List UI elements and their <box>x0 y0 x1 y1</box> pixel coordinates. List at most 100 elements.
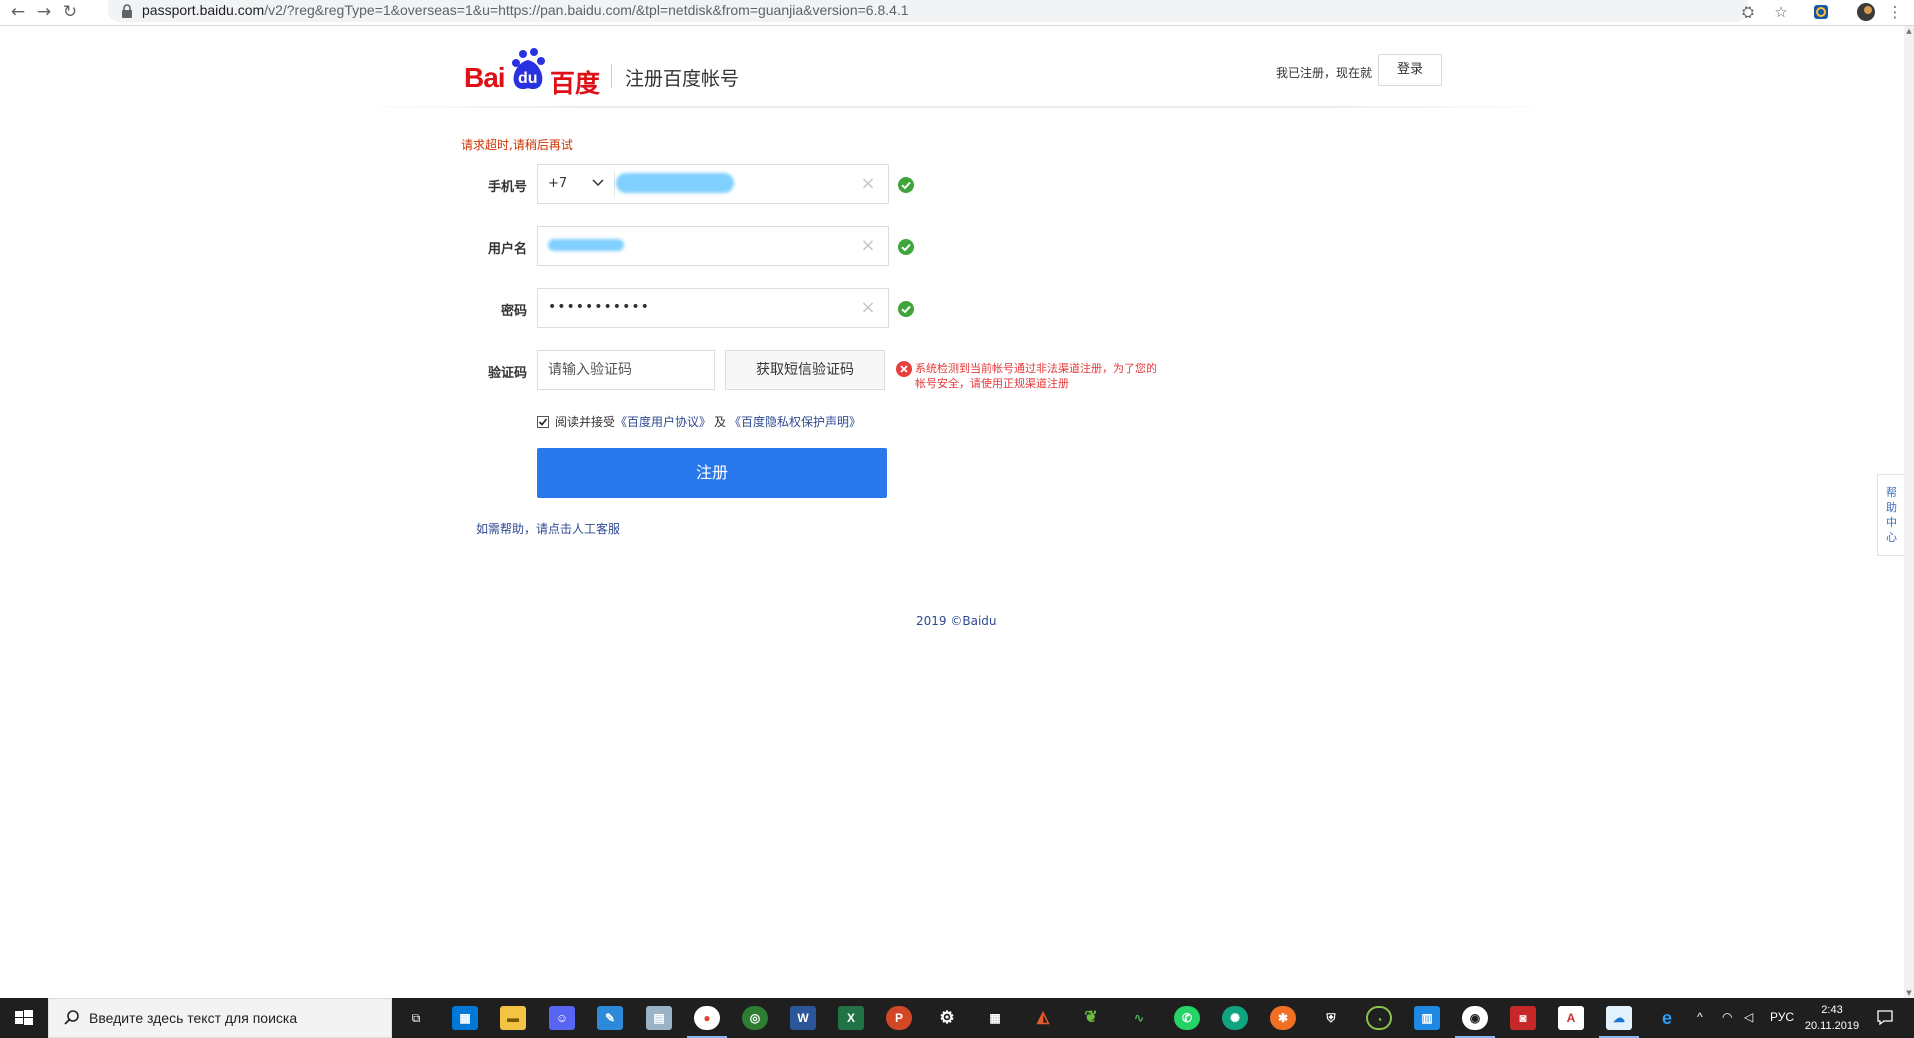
app-icon[interactable]: ◉ <box>1462 1006 1488 1030</box>
clear-icon[interactable]: × <box>858 236 878 256</box>
excel-icon[interactable]: X <box>838 1006 864 1030</box>
help-tab-char: 中 <box>1886 516 1897 529</box>
app-icon[interactable]: ✱ <box>1270 1006 1296 1030</box>
clock-date: 20.11.2019 <box>1804 1020 1860 1032</box>
search-icon <box>64 1010 79 1025</box>
bookmark-star-icon[interactable]: ☆ <box>1770 1 1792 23</box>
agree-checkbox[interactable] <box>537 416 549 428</box>
network-icon[interactable]: ◠ <box>1722 1010 1732 1024</box>
url-host: passport.baidu.com <box>142 2 265 18</box>
chrome-icon[interactable]: ● <box>694 1006 720 1030</box>
error-icon <box>896 361 912 377</box>
app-icon[interactable]: ◎ <box>742 1006 768 1030</box>
windows-taskbar: Введите здесь текст для поиска ⧉ ▦ ▬ ☺ ✎… <box>0 998 1914 1038</box>
username-field[interactable]: × <box>537 226 889 266</box>
verification-code-label: 验证码 <box>487 366 527 381</box>
url-path: /v2/?reg&regType=1&overseas=1&u=https://… <box>264 2 909 18</box>
url-text: passport.baidu.com/v2/?reg&regType=1&ove… <box>142 2 909 18</box>
tray-chevron-up-icon[interactable]: ^ <box>1697 1010 1703 1024</box>
register-button[interactable]: 注册 <box>537 448 887 498</box>
redacted-phone-number <box>616 173 734 193</box>
clock-time: 2:43 <box>1821 1004 1843 1016</box>
country-code[interactable]: +7 <box>548 176 567 191</box>
app-icon[interactable]: ◭ <box>1030 1006 1056 1030</box>
activity-icon[interactable]: ∿ <box>1126 1006 1152 1030</box>
input-language[interactable]: РУС <box>1770 1010 1794 1024</box>
and-text: 及 <box>714 415 727 429</box>
scroll-down-icon[interactable]: ▼ <box>1904 988 1914 998</box>
discord-icon[interactable]: ☺ <box>549 1006 575 1030</box>
username-label: 用户名 <box>487 242 527 257</box>
user-agreement-link[interactable]: 《百度用户协议》 <box>615 415 711 429</box>
help-tab-char: 帮 <box>1886 486 1897 499</box>
reload-icon[interactable]: ↻ <box>58 1 82 23</box>
profile-avatar-icon[interactable] <box>1855 1 1877 23</box>
app-icon[interactable]: ✺ <box>1222 1006 1248 1030</box>
file-explorer-icon[interactable]: ▬ <box>500 1006 526 1030</box>
prefix-divider <box>614 171 615 197</box>
header-divider <box>350 106 1560 108</box>
taskbar-search-placeholder: Введите здесь текст для поиска <box>89 1010 298 1026</box>
whatsapp-icon[interactable]: ✆ <box>1174 1006 1200 1030</box>
app-icon[interactable]: ✎ <box>597 1006 623 1030</box>
powerpoint-icon[interactable]: P <box>886 1006 912 1030</box>
phone-field[interactable]: +7 × <box>537 164 889 204</box>
help-center-tab[interactable]: 帮 助 中 心 <box>1877 474 1905 556</box>
chart-app-icon[interactable]: ▥ <box>1414 1006 1440 1030</box>
password-valid-icon <box>898 301 914 317</box>
store-icon[interactable]: ▦ <box>452 1006 478 1030</box>
forward-icon[interactable]: → <box>32 1 56 23</box>
taskbar-search[interactable]: Введите здесь текст для поиска <box>48 998 392 1038</box>
agreement-row: 阅读并接受《百度用户协议》及《百度隐私权保护声明》 <box>537 413 861 430</box>
baidu-netdisk-icon[interactable]: ☁ <box>1606 1006 1632 1030</box>
volume-icon[interactable]: ◁ <box>1744 1010 1753 1024</box>
already-registered-text: 我已注册，现在就 <box>1276 66 1373 80</box>
illegal-channel-error: 系统检测到当前帐号通过非法渠道注册，为了您的帐号安全，请使用正规渠道注册 <box>915 362 1157 390</box>
phone-label: 手机号 <box>487 180 527 195</box>
agree-text: 阅读并接受 <box>555 415 616 429</box>
clear-icon[interactable]: × <box>858 174 878 194</box>
menu-icon[interactable]: ⋮ <box>1884 1 1906 23</box>
speedometer-icon[interactable]: ◔ <box>1366 1006 1392 1030</box>
timeout-message: 请求超时,请稍后再试 <box>461 138 573 152</box>
chevron-down-icon[interactable] <box>590 174 606 190</box>
word-icon[interactable]: W <box>790 1006 816 1030</box>
leaf-icon[interactable]: ❦ <box>1078 1006 1104 1030</box>
clear-icon[interactable]: × <box>858 298 878 318</box>
page-scrollbar[interactable]: ▲ ▼ <box>1904 26 1914 998</box>
back-icon[interactable]: ← <box>6 1 30 23</box>
redacted-username <box>548 239 624 251</box>
page-title: 注册百度帐号 <box>625 68 740 90</box>
customer-service-link[interactable]: 如需帮助，请点击人工客服 <box>476 520 620 537</box>
translate-icon[interactable]: ⛭ <box>1737 1 1759 23</box>
login-button[interactable]: 登录 <box>1378 54 1442 86</box>
help-tab-char: 助 <box>1886 501 1897 514</box>
phone-valid-icon <box>898 177 914 193</box>
settings-gear-icon[interactable]: ⚙ <box>934 1006 960 1030</box>
help-tab-char: 心 <box>1886 531 1897 544</box>
app-icon[interactable]: ▤ <box>646 1006 672 1030</box>
calculator-icon[interactable]: ▦ <box>982 1006 1008 1030</box>
get-sms-code-button[interactable]: 获取短信验证码 <box>725 350 885 390</box>
logo-text-bai: Bai <box>464 62 506 93</box>
logo-text-cn: 百度 <box>550 69 601 98</box>
verification-code-text-input[interactable] <box>538 351 714 389</box>
edge-icon[interactable]: e <box>1654 1006 1680 1030</box>
password-field[interactable]: ••••••••••• × <box>537 288 889 328</box>
logo-text-du: du <box>518 70 538 87</box>
taskbar-clock[interactable]: 2:43 20.11.2019 <box>1800 1002 1864 1034</box>
privacy-policy-link[interactable]: 《百度隐私权保护声明》 <box>729 415 861 429</box>
scroll-up-icon[interactable]: ▲ <box>1904 26 1914 36</box>
shield-icon[interactable]: ⛨ <box>1318 1006 1344 1030</box>
logo-divider <box>611 64 612 88</box>
password-label: 密码 <box>500 304 527 319</box>
task-view-icon[interactable]: ⧉ <box>403 1006 429 1030</box>
lock-icon <box>122 4 132 18</box>
windows-start-icon[interactable] <box>0 998 48 1038</box>
app-icon[interactable]: ◙ <box>1510 1006 1536 1030</box>
acrobat-icon[interactable]: A <box>1558 1006 1584 1030</box>
browser-toolbar: ← → ↻ passport.baidu.com/v2/?reg&regType… <box>0 0 1914 26</box>
extension-icon[interactable] <box>1810 1 1832 23</box>
notifications-icon[interactable] <box>1876 1008 1894 1026</box>
verification-code-input[interactable] <box>537 350 715 390</box>
